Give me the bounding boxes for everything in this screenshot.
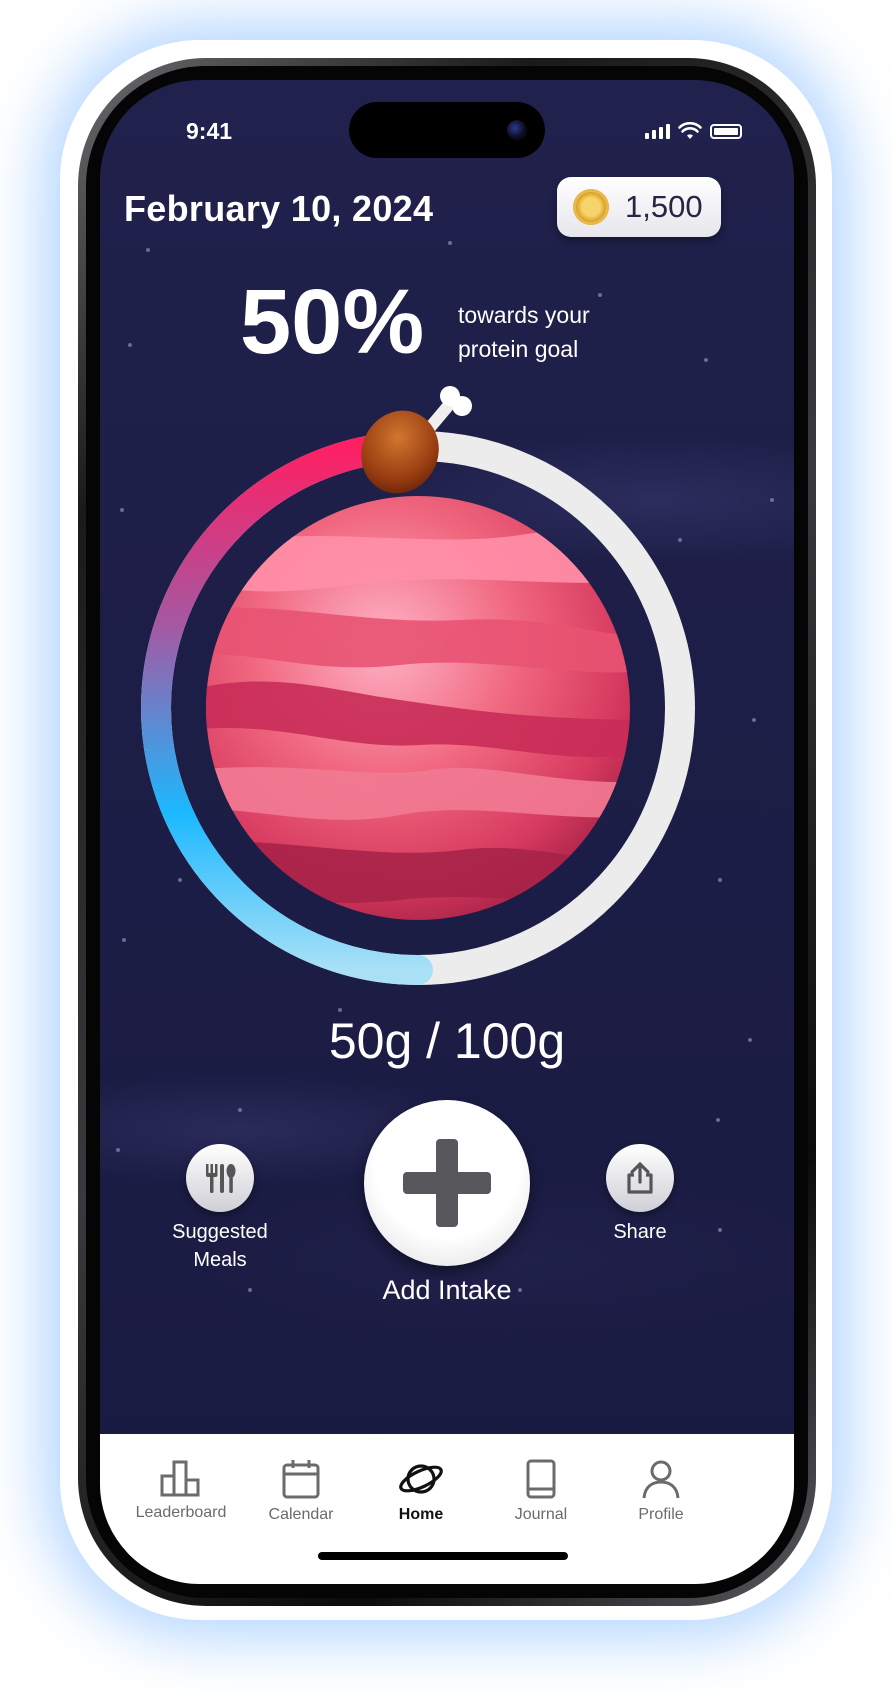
tab-bar: Leaderboard Calendar Home Journal Profil… xyxy=(100,1434,794,1584)
suggested-meals-button[interactable]: Suggested Meals xyxy=(160,1144,280,1274)
person-icon xyxy=(642,1460,680,1499)
app-screen: 9:41 February 10, 2024 1,500 50% towards… xyxy=(100,80,794,1584)
share-icon xyxy=(606,1144,674,1212)
tab-leaderboard-label: Leaderboard xyxy=(135,1504,227,1521)
tab-home[interactable]: Home xyxy=(361,1458,481,1524)
protein-amount: 50g / 100g xyxy=(328,1013,566,1069)
book-icon xyxy=(526,1459,556,1499)
tab-profile-label: Profile xyxy=(638,1506,684,1523)
add-intake-label: Add Intake xyxy=(382,1275,512,1305)
progress-ring xyxy=(141,386,695,985)
tab-calendar[interactable]: Calendar xyxy=(241,1458,361,1524)
suggested-meals-label-line2: Meals xyxy=(193,1249,247,1271)
calendar-icon xyxy=(282,1460,320,1499)
leaderboard-icon xyxy=(160,1460,200,1497)
suggested-meals-label-line1: Suggested xyxy=(172,1221,268,1243)
tab-journal-label: Journal xyxy=(514,1506,568,1523)
tab-calendar-label: Calendar xyxy=(268,1506,334,1523)
suggested-meals-label: Suggested Meals xyxy=(160,1218,280,1274)
share-label: Share xyxy=(613,1221,667,1243)
tab-home-label: Home xyxy=(398,1506,444,1523)
plus-icon xyxy=(364,1100,530,1266)
utensils-icon xyxy=(186,1144,254,1212)
share-button[interactable]: Share xyxy=(580,1144,700,1246)
tab-profile[interactable]: Profile xyxy=(601,1458,721,1524)
tab-leaderboard[interactable]: Leaderboard xyxy=(121,1458,241,1522)
add-intake-button[interactable]: Add Intake xyxy=(322,1100,572,1304)
planet-icon xyxy=(399,1464,443,1494)
home-indicator xyxy=(318,1552,568,1560)
tab-journal[interactable]: Journal xyxy=(481,1458,601,1524)
